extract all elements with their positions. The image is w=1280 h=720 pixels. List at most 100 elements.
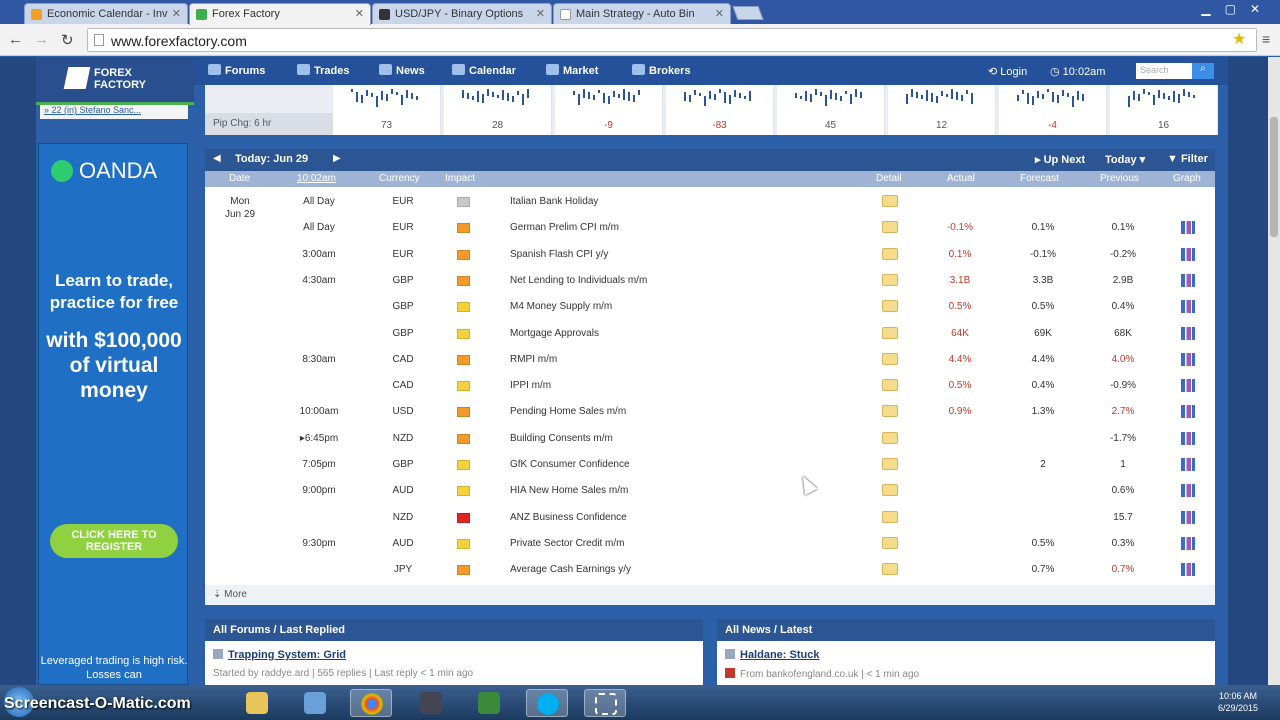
calendar-row[interactable]: GBP Mortgage Approvals 64K 69K 68K: [205, 321, 1215, 347]
taskbar-app[interactable]: [294, 689, 336, 717]
detail-folder-icon[interactable]: [882, 352, 898, 365]
detail-folder-icon[interactable]: [882, 273, 898, 286]
bar-chart-icon[interactable]: [1181, 221, 1195, 235]
event-name[interactable]: M4 Money Supply m/m: [510, 301, 612, 312]
calendar-row[interactable]: 8:30am CAD RMPI m/m 4.4% 4.4% 4.0%: [205, 347, 1215, 373]
event-name[interactable]: GfK Consumer Confidence: [510, 459, 630, 470]
forward-arrow-icon[interactable]: →: [34, 31, 49, 48]
search-icon[interactable]: ⌕: [1192, 63, 1214, 79]
event-name[interactable]: Building Consents m/m: [510, 433, 613, 444]
oanda-ad[interactable]: OANDA Learn to trade, practice for free …: [38, 143, 188, 685]
prev-day-arrow-icon[interactable]: ◀: [213, 153, 221, 164]
calendar-row[interactable]: JPY Average Cash Earnings y/y 0.7% 0.7%: [205, 557, 1215, 583]
reload-icon[interactable]: ↻: [61, 31, 74, 49]
calendar-row[interactable]: ▸6:45pm NZD Building Consents m/m -1.7%: [205, 426, 1215, 452]
detail-folder-icon[interactable]: [882, 431, 898, 444]
event-name[interactable]: Mortgage Approvals: [510, 328, 599, 339]
market-cell[interactable]: -4: [999, 85, 1107, 135]
bar-chart-icon[interactable]: [1181, 379, 1195, 393]
market-cell[interactable]: -83: [666, 85, 774, 135]
calendar-row[interactable]: 3:00am EUR Spanish Flash CPI y/y 0.1% -0.1% -…: [205, 242, 1215, 268]
close-icon[interactable]: ✕: [715, 7, 724, 20]
bar-chart-icon[interactable]: [1181, 536, 1195, 550]
bar-chart-icon[interactable]: [1181, 247, 1195, 261]
bookmark-star-icon[interactable]: ★: [1232, 29, 1246, 49]
tab-economic-calendar[interactable]: Economic Calendar - Inv ✕: [24, 3, 188, 24]
close-icon[interactable]: ✕: [172, 7, 181, 20]
nav-calendar[interactable]: Calendar: [452, 64, 516, 77]
window-controls[interactable]: ▁▢✕: [1201, 2, 1274, 16]
nav-news[interactable]: News: [379, 64, 425, 77]
nav-trades[interactable]: Trades: [297, 64, 349, 77]
calendar-row[interactable]: 7:05pm GBP GfK Consumer Confidence 2 1: [205, 452, 1215, 478]
filter-button[interactable]: ▼ Filter: [1167, 153, 1208, 165]
event-name[interactable]: Net Lending to Individuals m/m: [510, 275, 647, 286]
detail-folder-icon[interactable]: [882, 484, 898, 497]
sidebar-thread-link[interactable]: » 22 (in) Stefano Sanc...: [40, 105, 188, 119]
forum-thread-link[interactable]: Trapping System: Grid: [213, 649, 346, 661]
event-name[interactable]: Average Cash Earnings y/y: [510, 564, 631, 575]
detail-folder-icon[interactable]: [882, 221, 898, 234]
market-cell[interactable]: 28: [444, 85, 552, 135]
address-bar[interactable]: www.forexfactory.com: [87, 28, 1257, 52]
calendar-row[interactable]: GBP M4 Money Supply m/m 0.5% 0.5% 0.4%: [205, 294, 1215, 320]
calendar-row[interactable]: All Day EUR Italian Bank Holiday: [205, 189, 1215, 215]
calendar-row[interactable]: NZD ANZ Business Confidence 15.7: [205, 505, 1215, 531]
market-cell[interactable]: 12: [888, 85, 996, 135]
bar-chart-icon[interactable]: [1181, 510, 1195, 524]
bar-chart-icon[interactable]: [1181, 326, 1195, 340]
calendar-row[interactable]: 10:00am USD Pending Home Sales m/m 0.9% 1.3%…: [205, 399, 1215, 425]
detail-folder-icon[interactable]: [882, 195, 898, 207]
event-name[interactable]: German Prelim CPI m/m: [510, 222, 619, 233]
nav-forums[interactable]: Forums: [208, 64, 265, 77]
detail-folder-icon[interactable]: [882, 379, 898, 392]
calendar-today-label[interactable]: Today: Jun 29: [235, 153, 308, 165]
detail-folder-icon[interactable]: [882, 510, 898, 523]
nav-brokers[interactable]: Brokers: [632, 64, 691, 77]
event-name[interactable]: Spanish Flash CPI y/y: [510, 249, 608, 260]
market-cell[interactable]: 73: [333, 85, 441, 135]
detail-folder-icon[interactable]: [882, 326, 898, 339]
detail-folder-icon[interactable]: [882, 536, 898, 549]
bar-chart-icon[interactable]: [1181, 352, 1195, 366]
more-link[interactable]: ⇣ More: [205, 585, 1215, 605]
event-name[interactable]: HIA New Home Sales m/m: [510, 485, 628, 496]
forex-factory-logo[interactable]: FOREX FACTORY: [36, 57, 194, 105]
event-name[interactable]: Private Sector Credit m/m: [510, 538, 624, 549]
taskbar-recorder[interactable]: [584, 689, 626, 717]
calendar-row[interactable]: CAD IPPI m/m 0.5% 0.4% -0.9%: [205, 373, 1215, 399]
register-button[interactable]: CLICK HERE TO REGISTER: [50, 524, 178, 558]
menu-icon[interactable]: ≡: [1262, 31, 1270, 47]
market-cell[interactable]: 16: [1110, 85, 1218, 135]
taskbar-explorer[interactable]: [236, 689, 278, 717]
bar-chart-icon[interactable]: [1181, 431, 1195, 445]
event-name[interactable]: ANZ Business Confidence: [510, 512, 627, 523]
detail-folder-icon[interactable]: [882, 563, 898, 576]
bar-chart-icon[interactable]: [1181, 484, 1195, 498]
event-name[interactable]: Pending Home Sales m/m: [510, 406, 626, 417]
tab-forex-factory[interactable]: Forex Factory ✕: [189, 3, 371, 25]
taskbar-skype[interactable]: [526, 689, 568, 717]
calendar-row[interactable]: 9:30pm AUD Private Sector Credit m/m 0.5% 0.…: [205, 531, 1215, 557]
header-time[interactable]: 10:02am: [297, 173, 336, 184]
taskbar-app2[interactable]: [410, 689, 452, 717]
taskbar-chrome[interactable]: [350, 689, 392, 717]
new-tab-button[interactable]: [732, 6, 764, 20]
scrollbar-thumb[interactable]: [1270, 117, 1278, 237]
next-day-arrow-icon[interactable]: ▶: [333, 153, 341, 164]
calendar-row[interactable]: All Day EUR German Prelim CPI m/m -0.1% 0.1%…: [205, 215, 1215, 241]
bar-chart-icon[interactable]: [1181, 300, 1195, 314]
scrollbar[interactable]: [1268, 57, 1280, 685]
login-link[interactable]: ⟲ Login: [988, 65, 1027, 78]
calendar-row[interactable]: 4:30am GBP Net Lending to Individuals m/m 3…: [205, 268, 1215, 294]
detail-folder-icon[interactable]: [882, 405, 898, 418]
bar-chart-icon[interactable]: [1181, 458, 1195, 471]
detail-folder-icon[interactable]: [882, 247, 898, 260]
detail-folder-icon[interactable]: [882, 300, 898, 313]
tab-main-strategy[interactable]: Main Strategy - Auto Bin ✕: [553, 3, 731, 24]
bar-chart-icon[interactable]: [1181, 405, 1195, 419]
up-next-button[interactable]: ▸ Up Next: [1035, 153, 1085, 166]
today-dropdown[interactable]: Today ▾: [1105, 153, 1145, 166]
event-name[interactable]: Italian Bank Holiday: [510, 196, 598, 207]
close-icon[interactable]: ✕: [355, 7, 364, 20]
